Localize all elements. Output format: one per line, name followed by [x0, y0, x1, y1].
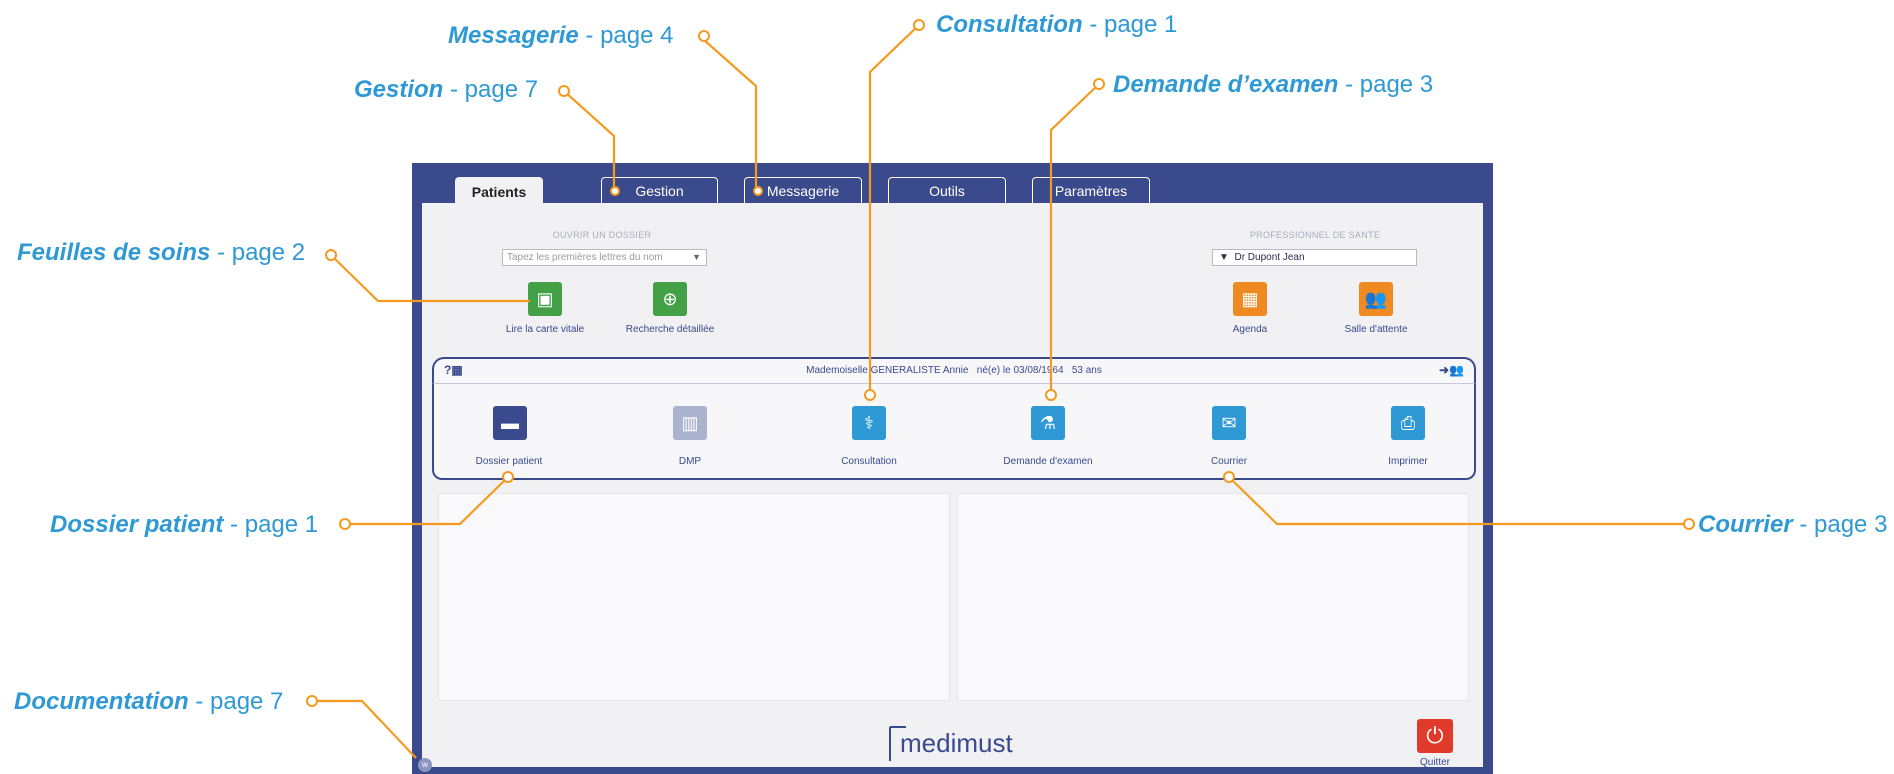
mail-icon[interactable]: ✉ [1212, 406, 1246, 440]
vitale-card-icon[interactable]: ▣ [528, 282, 562, 316]
tab-outils[interactable]: Outils [888, 177, 1006, 203]
callout-courrier: Courrier - page 3 [1698, 513, 1887, 537]
chevron-down-icon: ▼ [692, 252, 701, 262]
callout-title: Courrier [1698, 511, 1793, 538]
power-icon[interactable]: ⏻ [1417, 719, 1453, 753]
calendar-icon[interactable]: ▦ [1233, 282, 1267, 316]
callout-gestion: Gestion - page 7 [354, 78, 538, 102]
callout-anchor-icon [1683, 518, 1695, 530]
flask-icon[interactable]: ⚗ [1031, 406, 1065, 440]
patient-name: Mademoiselle GENERALISTE Annie [806, 365, 969, 376]
tab-label: Gestion [635, 182, 684, 199]
patient-age: 53 ans [1071, 365, 1102, 376]
tab-patients[interactable]: Patients [455, 177, 543, 205]
callout-page: - page 1 [1082, 11, 1178, 38]
tab-messagerie[interactable]: Messagerie [744, 177, 862, 203]
callout-dossier-patient: Dossier patient - page 1 [50, 513, 318, 537]
callout-title: Consultation [936, 11, 1083, 38]
tab-parametres[interactable]: Paramètres [1032, 177, 1150, 203]
callout-messagerie: Messagerie - page 4 [448, 24, 673, 48]
callout-anchor-icon [610, 186, 620, 196]
search-icon[interactable]: ⊕ [653, 282, 687, 316]
tab-label: Outils [929, 182, 965, 199]
tab-label: Messagerie [766, 182, 840, 199]
open-file-heading: OUVRIR UN DOSSIER [552, 230, 652, 240]
callout-page: - page 3 [1792, 511, 1888, 538]
callout-page: - page 4 [578, 22, 674, 49]
tab-label: Paramètres [1054, 182, 1128, 199]
quit-label: Quitter [1419, 757, 1450, 768]
patient-search-placeholder: Tapez les premières lettres du nom [507, 252, 663, 263]
courrier-label: Courrier [1210, 456, 1248, 467]
printer-icon[interactable]: ⎙ [1391, 406, 1425, 440]
detailed-search-label: Recherche détaillée [625, 324, 715, 335]
documentation-icon[interactable]: w [418, 758, 432, 772]
callout-title: Gestion [354, 76, 444, 103]
callout-title: Dossier patient [50, 511, 224, 538]
change-patient-icon[interactable]: ➜👥 [1439, 363, 1464, 377]
callout-anchor-icon [753, 186, 763, 196]
left-content-pane [438, 493, 950, 701]
callout-title: Documentation [14, 688, 189, 715]
tab-label: Patients [471, 183, 527, 200]
dossier-patient-label: Dossier patient [475, 456, 543, 467]
callout-page: - page 2 [210, 239, 306, 266]
callout-anchor-icon [698, 30, 710, 42]
callout-anchor-icon [1093, 78, 1105, 90]
right-content-pane [957, 493, 1469, 701]
callout-anchor-icon [306, 695, 318, 707]
patient-search-dropdown[interactable]: Tapez les premières lettres du nom ▼ [502, 249, 707, 266]
patient-actions [432, 383, 1476, 480]
callout-consultation: Consultation - page 1 [936, 13, 1177, 37]
callout-page: - page 1 [223, 511, 319, 538]
professional-selected: Dr Dupont Jean [1234, 252, 1305, 263]
chevron-down-icon: ▼ [1219, 252, 1235, 263]
stethoscope-icon[interactable]: ⚕ [852, 406, 886, 440]
read-vitale-card-label: Lire la carte vitale [505, 324, 585, 335]
demande-examen-label: Demande d'examen [1003, 456, 1093, 467]
callout-anchor-icon [913, 19, 925, 31]
professional-heading: PROFESSIONNEL DE SANTE [1249, 230, 1381, 240]
medimust-logo: medimust [889, 726, 1013, 761]
waiting-room-label: Salle d'attente [1344, 324, 1408, 335]
professional-select[interactable]: ▼ Dr Dupont Jean [1212, 249, 1417, 266]
callout-page: - page 7 [188, 688, 284, 715]
consultation-label: Consultation [841, 456, 897, 467]
callout-feuilles-de-soins: Feuilles de soins - page 2 [17, 241, 305, 265]
folder-icon[interactable]: ▬ [493, 406, 527, 440]
agenda-label: Agenda [1232, 324, 1268, 335]
callout-page: - page 7 [443, 76, 539, 103]
users-icon[interactable]: 👥 [1359, 282, 1393, 316]
patient-info: Mademoiselle GENERALISTE Annie né(e) le … [434, 365, 1474, 376]
callout-page: - page 3 [1338, 71, 1434, 98]
tab-gestion[interactable]: Gestion [601, 177, 718, 203]
callout-anchor-icon [325, 249, 337, 261]
patient-banner: ?▦ Mademoiselle GENERALISTE Annie né(e) … [432, 357, 1476, 384]
callout-anchor-icon [558, 85, 570, 97]
dmp-icon[interactable]: ▥ [673, 406, 707, 440]
imprimer-label: Imprimer [1388, 456, 1428, 467]
callout-title: Feuilles de soins [17, 239, 211, 266]
callout-anchor-icon [339, 518, 351, 530]
brand-name: medimust [900, 728, 1013, 758]
callout-title: Messagerie [448, 22, 579, 49]
patient-dob: né(e) le 03/08/1964 [976, 365, 1064, 376]
callout-demande-examen: Demande d’examen - page 3 [1113, 73, 1433, 97]
callout-title: Demande d’examen [1113, 71, 1339, 98]
dmp-label: DMP [678, 456, 702, 467]
callout-documentation: Documentation - page 7 [14, 690, 283, 714]
